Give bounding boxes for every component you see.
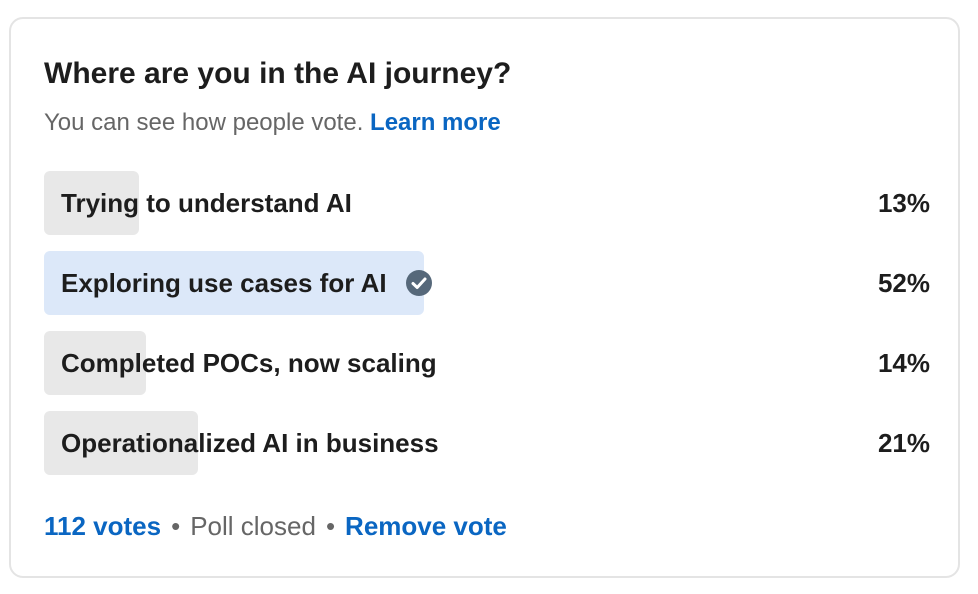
vote-count-link[interactable]: 112 votes bbox=[44, 511, 161, 541]
poll-option-percent: 52% bbox=[877, 268, 930, 298]
poll-subtitle: You can see how people vote. Learn more bbox=[44, 109, 501, 137]
poll-card: Where are you in the AI journey? You can… bbox=[9, 17, 960, 578]
poll-option-percent: 21% bbox=[877, 428, 930, 458]
check-circle-icon bbox=[405, 270, 432, 296]
poll-option-3[interactable]: Completed POCs, now scaling 14% bbox=[44, 331, 930, 395]
separator-dot: • bbox=[171, 511, 181, 541]
poll-question: Where are you in the AI journey? bbox=[44, 57, 512, 90]
poll-status: Poll closed bbox=[190, 511, 316, 541]
poll-option-label: Operationalized AI in business bbox=[61, 428, 439, 458]
poll-option-percent: 13% bbox=[877, 188, 930, 218]
separator-dot: • bbox=[325, 511, 336, 541]
poll-option-4[interactable]: Operationalized AI in business 21% bbox=[44, 411, 930, 475]
poll-footer: 112 votes • Poll closed • Remove vote bbox=[44, 511, 507, 542]
poll-option-label: Exploring use cases for AI bbox=[61, 268, 387, 298]
learn-more-link[interactable]: Learn more bbox=[370, 109, 501, 136]
poll-option-percent: 14% bbox=[877, 348, 930, 378]
poll-option-1[interactable]: Trying to understand AI 13% bbox=[44, 171, 930, 235]
remove-vote-button[interactable]: Remove vote bbox=[345, 511, 507, 541]
poll-option-2[interactable]: Exploring use cases for AI 52% bbox=[44, 251, 930, 315]
poll-option-label: Completed POCs, now scaling bbox=[61, 348, 437, 378]
poll-option-label: Trying to understand AI bbox=[61, 188, 352, 218]
poll-visibility-note: You can see how people vote. bbox=[44, 109, 364, 136]
